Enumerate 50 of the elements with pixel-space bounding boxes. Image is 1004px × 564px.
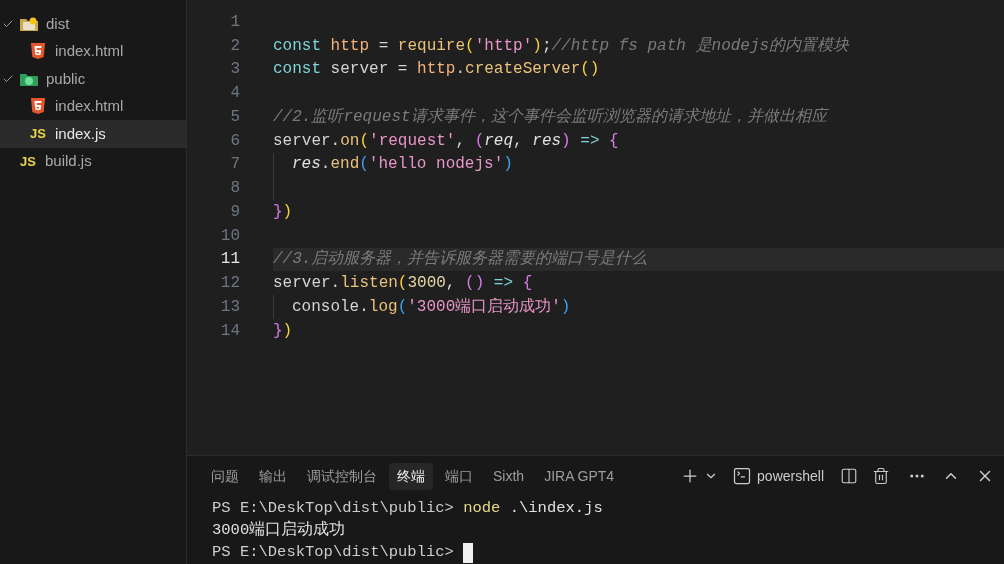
trash-icon[interactable] <box>872 467 890 485</box>
panel-tab[interactable]: JIRA GPT4 <box>536 462 623 490</box>
line-number: 9 <box>229 201 240 223</box>
folder-icon <box>19 15 39 32</box>
html-file-icon <box>30 42 46 61</box>
file-tree-item[interactable]: index.html <box>0 92 186 120</box>
code-line: }) <box>273 201 293 223</box>
file-tree-item[interactable]: JS build.js <box>0 147 186 175</box>
code-line: //3.启动服务器，并告诉服务器需要的端口号是什么 <box>273 248 648 271</box>
panel-tab[interactable]: Sixth <box>485 462 533 490</box>
file-tree-item[interactable]: index.html <box>0 37 186 65</box>
terminal-cursor <box>463 543 474 563</box>
line-number: 11 <box>219 249 240 271</box>
file-tree-item[interactable]: JS index.js <box>0 120 186 148</box>
panel-tab[interactable]: 端口 <box>437 462 481 490</box>
line-number: 3 <box>229 59 240 81</box>
js-file-icon: JS <box>30 127 46 141</box>
code-line: const server = http.createServer() <box>273 59 600 81</box>
line-number: 8 <box>229 178 240 200</box>
panel-tab[interactable]: 调试控制台 <box>299 462 385 490</box>
line-number: 7 <box>229 154 240 176</box>
line-number: 4 <box>229 83 240 105</box>
file-tree-item[interactable]: public <box>0 65 186 93</box>
terminal-line: PS E:\DeskTop\dist\public> node .\index.js <box>212 498 604 520</box>
code-line: //2.监听request请求事件，这个事件会监听浏览器的请求地址，并做出相应 <box>273 106 827 128</box>
code-line: server.listen(3000, () => { <box>273 273 533 295</box>
line-number: 2 <box>229 35 240 57</box>
panel-tab[interactable]: 终端 <box>389 462 433 490</box>
js-file-icon: JS <box>20 154 36 168</box>
code-line: console.log('3000端口启动成功') <box>291 296 571 318</box>
split-icon[interactable] <box>840 467 858 485</box>
code-line: const http = require('http');//http fs path 是nodejs的内置模块 <box>273 35 850 57</box>
line-number: 13 <box>219 296 240 318</box>
line-number: 14 <box>219 320 240 342</box>
code-line: }) <box>273 320 293 342</box>
line-number: 5 <box>229 106 240 128</box>
html-file-icon <box>30 97 46 116</box>
line-number: 1 <box>229 11 240 33</box>
terminal-line: PS E:\DeskTop\dist\public> <box>212 542 1004 564</box>
file-tree-item[interactable]: dist <box>0 10 186 38</box>
line-number: 6 <box>229 130 240 152</box>
line-number: 12 <box>219 273 240 295</box>
code-line: server.on('request', (req, res) => { <box>273 130 619 152</box>
terminal-select-button[interactable]: powershell <box>732 465 824 487</box>
panel-tab[interactable]: 输出 <box>251 462 295 490</box>
panel-tab[interactable]: 问题 <box>203 462 247 490</box>
terminal-icon <box>732 466 753 486</box>
code-line: res.end('hello nodejs') <box>291 154 513 176</box>
line-number: 10 <box>219 225 240 247</box>
terminal-line: 3000端口启动成功 <box>212 520 347 542</box>
